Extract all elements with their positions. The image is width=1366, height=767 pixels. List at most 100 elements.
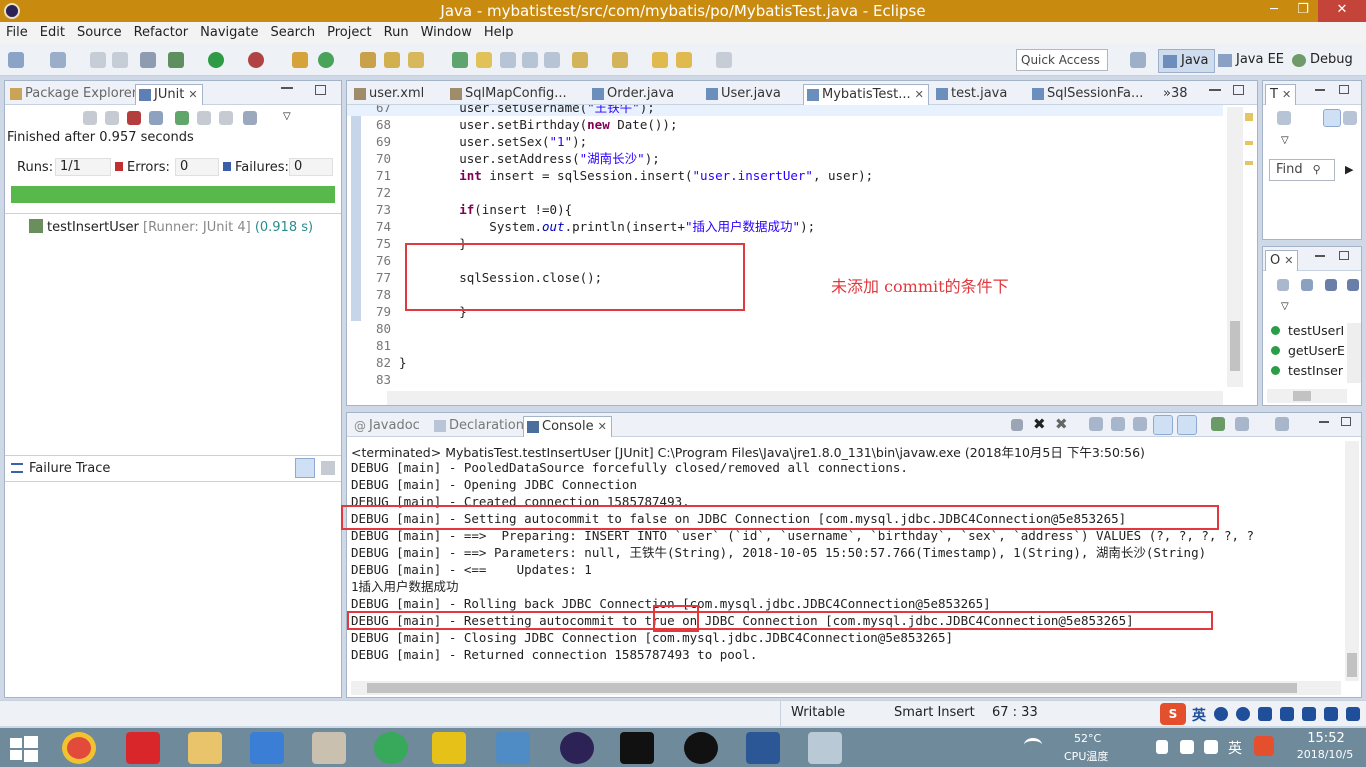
close-icon[interactable]: ✕ bbox=[1284, 254, 1293, 267]
editor-tab-order-java[interactable]: Order.java bbox=[589, 84, 678, 105]
rerun-icon[interactable] bbox=[175, 111, 189, 125]
close-icon[interactable]: ✕ bbox=[1282, 88, 1291, 101]
ime-emoji-icon[interactable] bbox=[1236, 707, 1250, 721]
minimize-view-icon[interactable] bbox=[1209, 89, 1221, 91]
code-line[interactable]: 81 bbox=[347, 337, 1223, 354]
code-line[interactable]: 68 user.setBirthday(new Date()); bbox=[347, 116, 1223, 133]
outline-item[interactable]: getUserE bbox=[1271, 343, 1345, 358]
next-annotation-icon[interactable] bbox=[572, 52, 588, 68]
clock-date[interactable]: 2018/10/5 bbox=[1290, 748, 1360, 761]
open-type-icon[interactable] bbox=[360, 52, 376, 68]
hide-fields-icon[interactable] bbox=[1325, 279, 1337, 291]
show-failures-icon[interactable] bbox=[127, 111, 141, 125]
debug-icon[interactable] bbox=[168, 52, 184, 68]
menu-project[interactable]: Project bbox=[321, 22, 377, 44]
prev-failure-icon[interactable] bbox=[105, 111, 119, 125]
sort-icon[interactable] bbox=[1301, 279, 1313, 291]
new-class-icon[interactable] bbox=[318, 52, 334, 68]
tab-junit[interactable]: JUnit ✕ bbox=[135, 84, 203, 105]
console-vscroll-thumb[interactable] bbox=[1347, 653, 1357, 677]
remove-all-icon[interactable]: ✖ bbox=[1055, 415, 1068, 433]
find-input[interactable]: Find ⚲ bbox=[1269, 159, 1335, 181]
baidu-netdisk-icon[interactable] bbox=[250, 732, 284, 764]
close-icon[interactable]: ✕ bbox=[915, 88, 924, 101]
tab-outline[interactable]: O ✕ bbox=[1265, 250, 1299, 271]
pin-console-icon[interactable] bbox=[1211, 417, 1225, 431]
run-icon[interactable] bbox=[208, 52, 224, 68]
menu-window[interactable]: Window bbox=[415, 22, 478, 44]
minimize-view-icon[interactable] bbox=[281, 87, 293, 89]
console-hscrollbar[interactable] bbox=[351, 681, 1341, 695]
sogou-ime-icon[interactable]: S bbox=[1160, 703, 1186, 725]
outline-vscrollbar[interactable] bbox=[1347, 323, 1361, 383]
menu-help[interactable]: Help bbox=[478, 22, 520, 44]
menu-navigate[interactable]: Navigate bbox=[194, 22, 264, 44]
show-on-stderr-icon[interactable] bbox=[1177, 415, 1197, 435]
ime-language[interactable]: 英 bbox=[1192, 705, 1206, 725]
close-button[interactable]: ✕ bbox=[1318, 0, 1366, 22]
edit-icon[interactable] bbox=[476, 52, 492, 68]
skip-breakpoints-icon[interactable] bbox=[140, 52, 156, 68]
maximize-view-icon[interactable] bbox=[1339, 251, 1349, 260]
editor-overflow-tabs[interactable]: »38 bbox=[1159, 84, 1192, 105]
show-on-stdout-icon[interactable] bbox=[1153, 415, 1173, 435]
test-result-row[interactable]: testInsertUser [Runner: JUnit 4] (0.918 … bbox=[29, 219, 313, 235]
scroll-lock-icon[interactable] bbox=[1111, 417, 1125, 431]
close-icon[interactable]: ✕ bbox=[598, 420, 607, 433]
filter-trace-icon[interactable] bbox=[295, 458, 315, 478]
word-icon[interactable] bbox=[746, 732, 780, 764]
mysql-icon[interactable] bbox=[496, 732, 530, 764]
volume-icon[interactable] bbox=[1204, 740, 1218, 754]
outline-hscroll-thumb[interactable] bbox=[1293, 391, 1311, 401]
maximize-button[interactable]: ❐ bbox=[1290, 0, 1316, 22]
minimize-view-icon[interactable] bbox=[1319, 421, 1329, 423]
history-icon[interactable] bbox=[243, 111, 257, 125]
tab-task-list[interactable]: T ✕ bbox=[1265, 84, 1297, 105]
outline-hscrollbar[interactable] bbox=[1267, 389, 1347, 403]
save-icon[interactable] bbox=[90, 52, 106, 68]
view-menu-icon[interactable]: ▽ bbox=[1281, 135, 1289, 146]
sogou-tray-icon[interactable] bbox=[1254, 736, 1274, 756]
view-menu-icon[interactable]: ▽ bbox=[283, 111, 291, 122]
maximize-view-icon[interactable] bbox=[1341, 417, 1351, 426]
code-line[interactable]: 67 user.setUsername("王铁牛"); bbox=[347, 105, 1223, 116]
run-external-icon[interactable] bbox=[248, 52, 264, 68]
forward-icon[interactable] bbox=[716, 52, 732, 68]
maximize-view-icon[interactable] bbox=[1339, 85, 1349, 94]
outline-item[interactable]: testUserI bbox=[1271, 323, 1344, 338]
taskbar-ime-language[interactable]: 英 bbox=[1228, 738, 1242, 758]
editor-tab-user-xml[interactable]: user.xml bbox=[351, 84, 428, 105]
new-java-icon[interactable] bbox=[50, 52, 66, 68]
editor-vscroll-thumb[interactable] bbox=[1230, 321, 1240, 371]
perspective-java-ee[interactable]: Java EE bbox=[1214, 49, 1290, 73]
perspective-java[interactable]: Java bbox=[1158, 49, 1216, 73]
prev-annotation-icon[interactable] bbox=[612, 52, 628, 68]
code-line[interactable]: 73 if(insert !=0){ bbox=[347, 201, 1223, 218]
menu-edit[interactable]: Edit bbox=[34, 22, 71, 44]
whitespace-icon[interactable] bbox=[544, 52, 560, 68]
save-all-icon[interactable] bbox=[112, 52, 128, 68]
console-output[interactable]: DEBUG [main] - PooledDataSource forceful… bbox=[347, 459, 1343, 679]
next-failure-icon[interactable] bbox=[83, 111, 97, 125]
menu-search[interactable]: Search bbox=[264, 22, 321, 44]
toggle-mark-icon[interactable] bbox=[500, 52, 516, 68]
editor-hscrollbar[interactable] bbox=[387, 391, 1223, 405]
task-icon[interactable] bbox=[452, 52, 468, 68]
pe-tool-icon[interactable] bbox=[432, 732, 466, 764]
chrome-icon[interactable] bbox=[62, 732, 96, 764]
minimize-button[interactable]: ─ bbox=[1256, 0, 1292, 22]
screenshot-app-icon[interactable] bbox=[808, 732, 842, 764]
eclipse-taskbar-icon[interactable] bbox=[560, 732, 594, 764]
collapse-all-icon[interactable] bbox=[1277, 279, 1289, 291]
ime-keyboard-icon[interactable] bbox=[1280, 707, 1294, 721]
next-icon[interactable]: ▶ bbox=[1345, 163, 1353, 176]
code-line[interactable]: 71 int insert = sqlSession.insert("user.… bbox=[347, 167, 1223, 184]
clock-time[interactable]: 15:52 bbox=[1296, 731, 1356, 746]
code-line[interactable]: 72 bbox=[347, 184, 1223, 201]
rerun-failed-icon[interactable] bbox=[197, 111, 211, 125]
maximize-view-icon[interactable] bbox=[1233, 85, 1244, 95]
wifi-icon[interactable] bbox=[1024, 738, 1042, 752]
new-task-icon[interactable] bbox=[1277, 111, 1291, 125]
search-icon[interactable] bbox=[408, 52, 424, 68]
display-console-icon[interactable] bbox=[1235, 417, 1249, 431]
